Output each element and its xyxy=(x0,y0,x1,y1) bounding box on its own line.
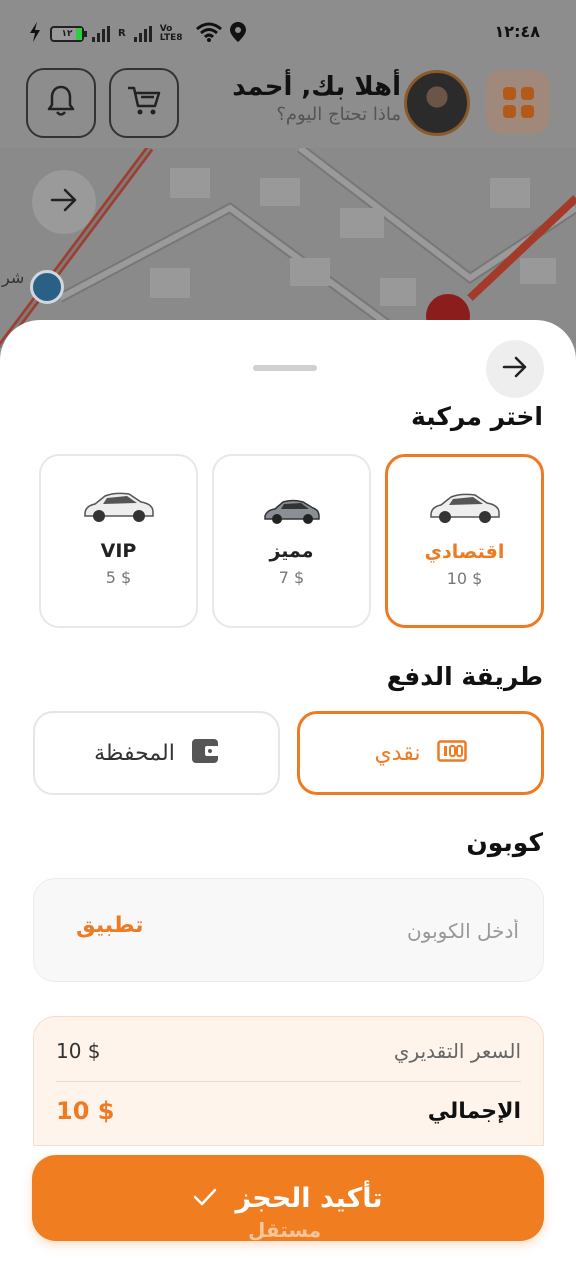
greeting-title: أهلا بك, أحمد xyxy=(232,72,401,102)
arrow-right-icon xyxy=(502,356,528,382)
location-icon xyxy=(229,22,246,45)
greeting-block: أهلا بك, أحمد ماذا تحتاج اليوم؟ xyxy=(232,72,401,125)
arrow-right-icon xyxy=(50,188,78,216)
estimated-price-row: 10 $ السعر التقديري xyxy=(56,1039,521,1063)
estimated-price-label: السعر التقديري xyxy=(393,1039,521,1063)
vehicle-name: VIP xyxy=(100,540,137,562)
payment-label: نقدي xyxy=(374,740,421,766)
avatar[interactable] xyxy=(404,70,470,136)
status-bar: ١٢ R Vo LTE8 ١٢:٤٨ xyxy=(0,0,576,62)
map-street-label: شر xyxy=(2,268,25,287)
total-row: 10 $ الإجمالي xyxy=(56,1097,521,1125)
map-pin-icon[interactable] xyxy=(30,270,64,304)
price-summary: 10 $ السعر التقديري 10 $ الإجمالي xyxy=(33,1016,544,1146)
vehicle-option-economy[interactable]: اقتصادي 10 $ xyxy=(385,454,544,628)
network-label: Vo LTE8 xyxy=(159,23,183,43)
vehicle-options: اقتصادي 10 $ مميز 7 $ VIP 5 $ xyxy=(39,454,544,628)
apply-coupon-button[interactable]: تطبيق xyxy=(76,913,143,938)
vehicle-name: مميز xyxy=(269,540,314,562)
payment-option-wallet[interactable]: المحفظة xyxy=(33,711,280,795)
battery-level: ١٢ xyxy=(61,28,73,39)
cart-icon xyxy=(126,84,162,122)
menu-grid-button[interactable] xyxy=(486,70,550,134)
wifi-icon xyxy=(195,22,222,45)
grid-icon xyxy=(502,86,516,100)
greeting-subtitle: ماذا تحتاج اليوم؟ xyxy=(276,104,401,125)
notification-icon xyxy=(28,22,42,45)
sheet-back-button[interactable] xyxy=(486,340,544,398)
sheet-drag-handle[interactable] xyxy=(253,365,317,371)
vehicle-option-premium[interactable]: مميز 7 $ xyxy=(212,454,371,628)
wallet-icon xyxy=(191,738,219,768)
bell-icon xyxy=(45,84,77,122)
cash-icon xyxy=(436,740,467,766)
notifications-button[interactable] xyxy=(26,68,96,138)
car-icon xyxy=(83,492,154,522)
vehicle-section-title: اختر مركبة xyxy=(411,402,543,431)
vehicle-price: 10 $ xyxy=(446,569,483,588)
coupon-box: تطبيق xyxy=(33,878,544,982)
payment-option-cash[interactable]: نقدي xyxy=(297,711,544,795)
status-icons: ١٢ R Vo LTE8 xyxy=(28,22,246,45)
signal-icon xyxy=(92,25,110,42)
car-icon xyxy=(429,493,500,523)
check-icon xyxy=(193,1188,217,1209)
confirm-booking-label: تأكيد الحجز xyxy=(235,1182,383,1214)
total-label: الإجمالي xyxy=(427,1098,521,1124)
app-header: أهلا بك, أحمد ماذا تحتاج اليوم؟ xyxy=(0,62,576,148)
map-back-button[interactable] xyxy=(32,170,96,234)
signal-icon-2 xyxy=(133,25,152,42)
payment-options: نقدي المحفظة xyxy=(33,711,544,795)
map-view[interactable]: شر xyxy=(0,148,576,348)
vehicle-price: 5 $ xyxy=(105,568,132,587)
roaming-label: R xyxy=(118,28,126,39)
estimated-price-value: 10 $ xyxy=(56,1039,101,1063)
summary-divider xyxy=(56,1081,521,1082)
vehicle-name: اقتصادي xyxy=(424,541,505,563)
payment-label: المحفظة xyxy=(94,740,175,766)
status-time: ١٢:٤٨ xyxy=(494,22,540,41)
watermark-logo: مستقل xyxy=(248,1218,322,1242)
coupon-section-title: كوبون xyxy=(466,828,543,857)
car-icon xyxy=(263,499,320,524)
vehicle-option-vip[interactable]: VIP 5 $ xyxy=(39,454,198,628)
battery-icon: ١٢ xyxy=(50,25,87,42)
payment-section-title: طريقة الدفع xyxy=(386,662,543,691)
coupon-input[interactable] xyxy=(219,909,519,953)
map-roads xyxy=(0,148,576,348)
booking-sheet: اختر مركبة اقتصادي 10 $ مميز 7 $ VIP 5 $… xyxy=(0,320,576,1280)
total-value: 10 $ xyxy=(56,1097,115,1125)
cart-button[interactable] xyxy=(109,68,179,138)
vehicle-price: 7 $ xyxy=(278,568,305,587)
